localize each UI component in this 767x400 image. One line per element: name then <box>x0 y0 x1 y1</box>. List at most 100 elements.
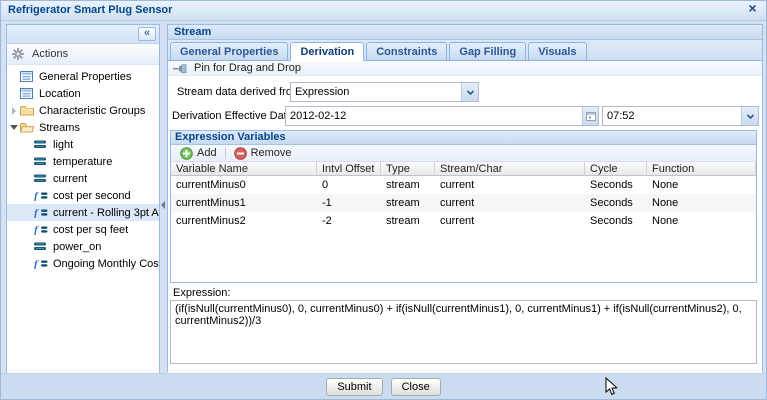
stream-panel: Stream General Properties Derivation Con… <box>167 24 763 372</box>
window-title: Refrigerator Smart Plug Sensor <box>8 4 172 16</box>
cell-function: None <box>647 212 756 230</box>
folder-closed-icon <box>20 104 36 117</box>
tree-item-current-rolling-3pt-avg[interactable]: f current - Rolling 3pt Avg <box>7 204 159 221</box>
column-header-type[interactable]: Type <box>381 162 435 176</box>
tree-item-characteristic-groups[interactable]: Characteristic Groups <box>7 102 159 119</box>
tree-item-general-properties[interactable]: General Properties <box>7 68 159 85</box>
function-stream-icon: f <box>34 189 50 202</box>
add-icon <box>180 147 193 160</box>
function-stream-icon: f <box>34 257 50 270</box>
calendar-icon[interactable] <box>582 107 598 125</box>
expression-label: Expression: <box>173 287 230 299</box>
chevron-down-icon[interactable] <box>461 83 478 101</box>
properties-icon <box>20 70 36 83</box>
effective-time-combobox[interactable]: 07:52 <box>602 106 759 126</box>
column-header-cycle[interactable]: Cycle <box>585 162 647 176</box>
stream-icon <box>34 155 50 168</box>
derived-from-value: Expression <box>291 83 461 101</box>
tree-item-power-on[interactable]: power_on <box>7 238 159 255</box>
stream-icon <box>34 172 50 185</box>
collapsed-expander-icon[interactable] <box>7 107 20 115</box>
column-header-variable-name[interactable]: Variable Name <box>171 162 317 176</box>
variable-row-currentminus1[interactable]: currentMinus1 -1 stream current Seconds … <box>171 194 756 212</box>
stream-panel-header: Stream <box>168 25 762 40</box>
derived-from-label: Stream data derived from: <box>177 86 304 98</box>
stream-tabbar: General Properties Derivation Constraint… <box>168 40 762 61</box>
derived-from-combobox[interactable]: Expression <box>290 82 479 102</box>
properties-icon <box>20 87 36 100</box>
cell-type: stream <box>381 194 435 212</box>
tree-item-current[interactable]: current <box>7 170 159 187</box>
pin-toolbar: Pin for Drag and Drop <box>168 61 762 76</box>
tree-item-label: Characteristic Groups <box>39 105 145 117</box>
window-footer: Submit Close <box>1 373 766 399</box>
tree-item-label: current - Rolling 3pt Avg <box>53 207 159 219</box>
close-icon[interactable]: × <box>745 1 760 16</box>
column-header-function[interactable]: Function <box>647 162 756 176</box>
variables-toolbar: Add Remove <box>171 145 756 162</box>
effective-date-label: Derivation Effective Date: <box>172 110 296 122</box>
expanded-expander-icon[interactable] <box>7 125 20 130</box>
cell-function: None <box>647 194 756 212</box>
tab-visuals[interactable]: Visuals <box>528 42 586 61</box>
column-header-stream-char[interactable]: Stream/Char <box>435 162 585 176</box>
tree-item-light[interactable]: light <box>7 136 159 153</box>
tree-item-label: Streams <box>39 122 80 134</box>
collapse-panel-icon[interactable]: « <box>138 27 156 41</box>
column-header-intvl-offset[interactable]: Intvl Offset <box>317 162 381 176</box>
function-stream-icon: f <box>34 206 50 219</box>
svg-text:f: f <box>34 225 39 236</box>
cell-variable-name: currentMinus0 <box>171 176 317 194</box>
chevron-down-icon[interactable] <box>741 107 758 125</box>
stream-icon <box>34 138 50 151</box>
variable-row-currentminus0[interactable]: currentMinus0 0 stream current Seconds N… <box>171 176 756 194</box>
tree-item-label: cost per sq feet <box>53 224 128 236</box>
effective-date-value: 2012-02-12 <box>286 107 582 125</box>
remove-button[interactable]: Remove <box>229 146 297 161</box>
cell-stream-char: current <box>435 212 585 230</box>
cell-variable-name: currentMinus1 <box>171 194 317 212</box>
tree-item-label: Ongoing Monthly Cost (ba... <box>53 258 159 270</box>
expression-textarea[interactable]: (if(isNull(currentMinus0), 0, currentMin… <box>170 300 757 364</box>
variable-row-currentminus2[interactable]: currentMinus2 -2 stream current Seconds … <box>171 212 756 230</box>
actions-header-label: Actions <box>32 48 68 60</box>
tab-derivation[interactable]: Derivation <box>290 42 364 61</box>
actions-accordion-header[interactable]: Actions <box>7 44 159 65</box>
pin-toolbar-label[interactable]: Pin for Drag and Drop <box>194 62 301 74</box>
cell-intvl-offset: -2 <box>317 212 381 230</box>
variables-grid-header: Variable Name Intvl Offset Type Stream/C… <box>171 162 756 176</box>
splitter-collapse-icon[interactable] <box>161 201 165 209</box>
tab-gap-filling[interactable]: Gap Filling <box>449 42 526 61</box>
tree-item-ongoing-monthly-cost[interactable]: f Ongoing Monthly Cost (ba... <box>7 255 159 272</box>
actions-sidebar: « Actions General Properties Location <box>6 24 160 376</box>
stream-panel-title: Stream <box>174 26 211 38</box>
tree-item-label: Location <box>39 88 81 100</box>
tree-item-label: temperature <box>53 156 112 168</box>
tab-constraints[interactable]: Constraints <box>366 42 447 61</box>
effective-date-input[interactable]: 2012-02-12 <box>285 106 599 126</box>
tree-item-location[interactable]: Location <box>7 85 159 102</box>
cell-cycle: Seconds <box>585 212 647 230</box>
close-button[interactable]: Close <box>391 378 441 396</box>
sensor-window: Refrigerator Smart Plug Sensor × « Actio… <box>0 0 767 400</box>
cell-type: stream <box>381 176 435 194</box>
stream-icon <box>34 240 50 253</box>
cell-type: stream <box>381 212 435 230</box>
actions-tree: General Properties Location Characterist… <box>7 65 159 272</box>
effective-time-value: 07:52 <box>603 107 741 125</box>
pin-icon[interactable] <box>173 64 188 73</box>
tree-item-temperature[interactable]: temperature <box>7 153 159 170</box>
folder-open-icon <box>20 121 36 134</box>
tab-general-properties[interactable]: General Properties <box>170 42 288 61</box>
add-button[interactable]: Add <box>175 146 222 161</box>
cell-cycle: Seconds <box>585 194 647 212</box>
remove-icon <box>234 147 247 160</box>
svg-text:f: f <box>34 191 39 202</box>
cell-stream-char: current <box>435 194 585 212</box>
toolbar-separator <box>225 147 226 159</box>
tree-item-label: General Properties <box>39 71 131 83</box>
submit-button[interactable]: Submit <box>326 378 382 396</box>
tree-item-streams[interactable]: Streams <box>7 119 159 136</box>
tree-item-cost-per-sq-feet[interactable]: f cost per sq feet <box>7 221 159 238</box>
tree-item-cost-per-second[interactable]: f cost per second <box>7 187 159 204</box>
